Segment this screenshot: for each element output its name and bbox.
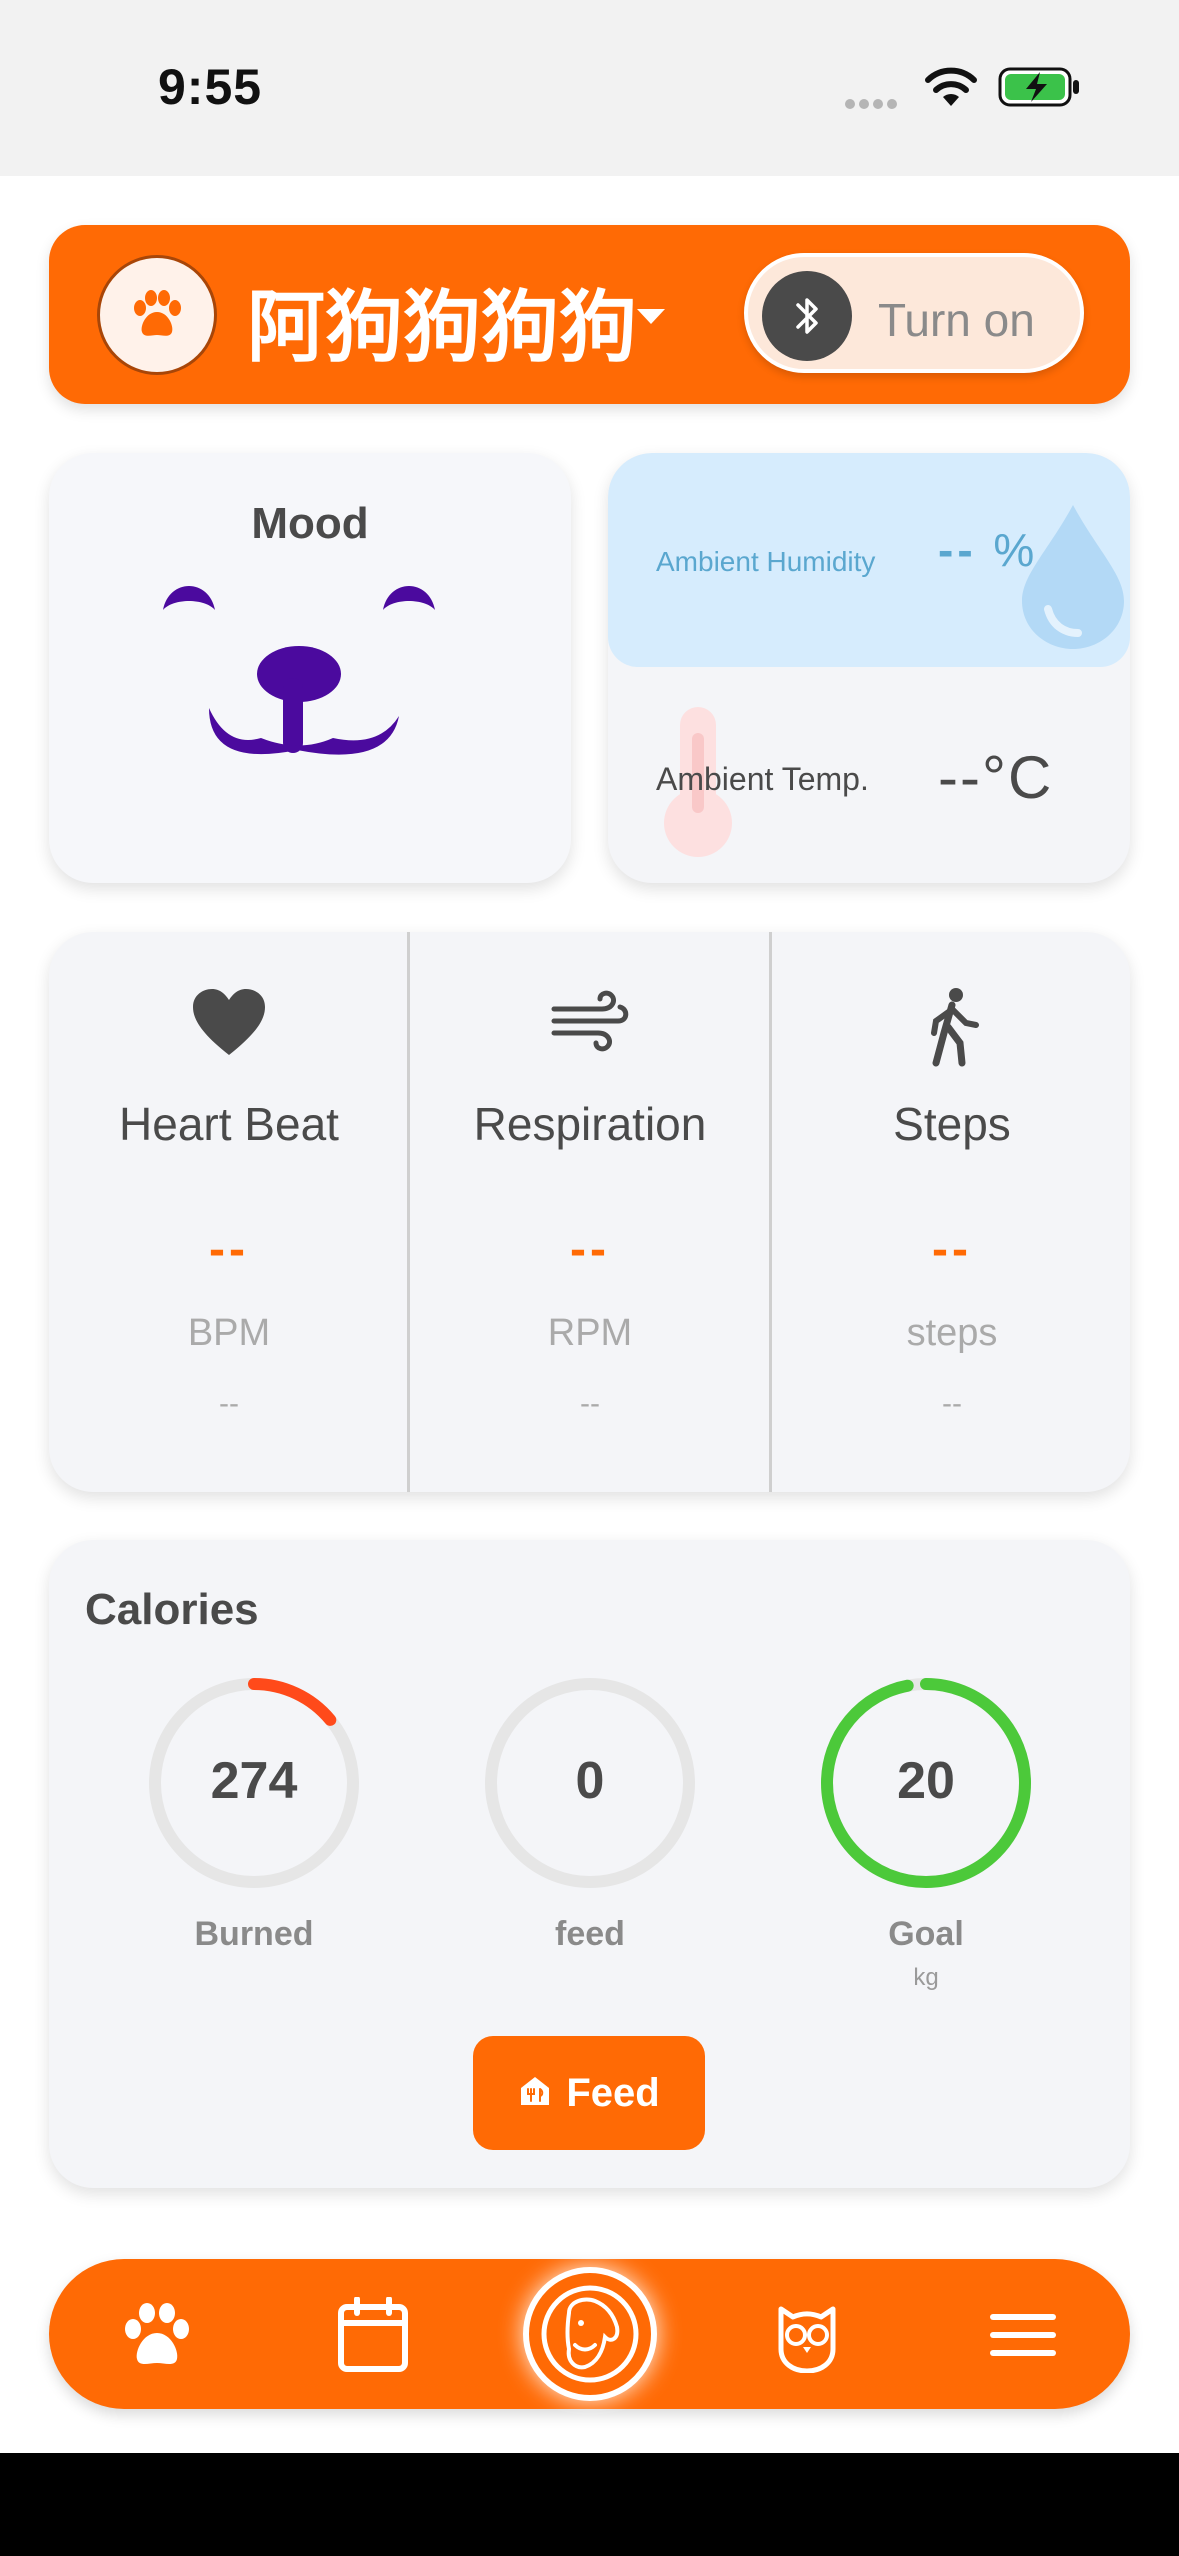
heart-icon-wrap	[49, 987, 409, 1062]
steps-value: --	[932, 1223, 972, 1276]
nav-pet[interactable]	[523, 2267, 657, 2401]
heart-icon	[193, 989, 265, 1055]
temperature-label: Ambient Temp.	[656, 761, 869, 797]
heart-beat-value: --	[209, 1223, 249, 1276]
vitals-card: Heart Beat -- BPM -- Respiration -- RPM …	[49, 932, 1130, 1492]
chevron-down-icon[interactable]	[634, 305, 668, 327]
walking-icon-wrap	[772, 987, 1130, 1072]
bluetooth-toggle[interactable]: Turn on	[744, 253, 1084, 373]
wind-icon-wrap	[410, 987, 770, 1062]
calories-card: Calories 274 Burned 0 feed 20 Goal kg Fe…	[49, 1540, 1130, 2188]
respiration-unit: RPM	[547, 1312, 633, 1354]
mood-card[interactable]: Mood	[49, 453, 571, 883]
steps-metric[interactable]: Steps -- steps --	[772, 932, 1130, 1492]
happy-face-icon	[163, 586, 435, 755]
humidity-number: --	[938, 524, 977, 576]
steps-unit: steps	[906, 1312, 998, 1354]
burned-label: Burned	[194, 1915, 314, 1953]
heart-beat-unit: BPM	[187, 1312, 271, 1354]
food-bowl-icon	[521, 2077, 550, 2106]
burned-value: 274	[210, 1752, 298, 1810]
goal-value: 20	[897, 1752, 955, 1810]
heart-beat-metric[interactable]: Heart Beat -- BPM --	[49, 932, 409, 1492]
steps-label: Steps	[893, 1098, 1011, 1150]
feed-value: 0	[575, 1752, 605, 1810]
calories-title: Calories	[85, 1585, 259, 1634]
wind-icon	[551, 990, 629, 1052]
paw-icon	[134, 290, 181, 336]
calendar-icon	[338, 2296, 408, 2372]
goal-ring[interactable]: 20	[818, 1675, 1034, 1891]
home-indicator-bar	[0, 2453, 1179, 2556]
paw-icon	[125, 2303, 189, 2364]
respiration-label: Respiration	[473, 1098, 707, 1150]
nav-calendar[interactable]	[335, 2296, 411, 2373]
feed-ring[interactable]: 0	[482, 1675, 698, 1891]
menu-icon	[990, 2314, 1056, 2356]
battery-icon	[998, 67, 1079, 107]
bluetooth-knob	[762, 271, 852, 361]
steps-sub: --	[942, 1387, 962, 1420]
goal-label: Goal	[888, 1915, 964, 1953]
nav-home[interactable]	[119, 2297, 195, 2373]
burned-ring[interactable]: 274	[146, 1675, 362, 1891]
humidity-label: Ambient Humidity	[656, 546, 876, 577]
pet-face-icon	[541, 2285, 639, 2383]
status-bar: 9:55	[0, 0, 1179, 176]
pet-avatar[interactable]	[97, 255, 217, 375]
mood-title: Mood	[251, 499, 369, 548]
respiration-value: --	[570, 1223, 610, 1276]
pet-header: 阿狗狗狗狗 Turn on	[49, 225, 1130, 404]
nav-owl[interactable]	[769, 2297, 845, 2374]
bottom-nav	[49, 2259, 1130, 2409]
nav-menu[interactable]	[985, 2297, 1061, 2373]
heart-beat-label: Heart Beat	[119, 1098, 339, 1150]
owl-icon	[778, 2306, 836, 2374]
humidity-panel: Ambient Humidity -- %	[608, 453, 1130, 667]
temperature-value: --°C	[938, 744, 1054, 811]
feed-label: feed	[555, 1915, 625, 1953]
walking-icon	[931, 988, 979, 1067]
respiration-metric[interactable]: Respiration -- RPM --	[410, 932, 770, 1492]
respiration-sub: --	[580, 1387, 600, 1420]
feed-button-label: Feed	[566, 2071, 660, 2115]
status-time: 9:55	[158, 59, 263, 115]
signal-icon	[845, 96, 901, 114]
goal-unit: kg	[913, 1964, 939, 1991]
humidity-value: -- %	[938, 523, 1038, 577]
humidity-unit: %	[993, 524, 1039, 576]
feed-button[interactable]: Feed	[473, 2036, 705, 2150]
bluetooth-icon	[796, 298, 818, 334]
wifi-icon	[925, 67, 977, 106]
heart-beat-sub: --	[219, 1387, 239, 1420]
bluetooth-label: Turn on	[878, 294, 1035, 346]
environment-card: Ambient Humidity -- % Ambient Temp. --°C	[608, 453, 1130, 883]
pet-name[interactable]: 阿狗狗狗狗	[247, 265, 637, 377]
